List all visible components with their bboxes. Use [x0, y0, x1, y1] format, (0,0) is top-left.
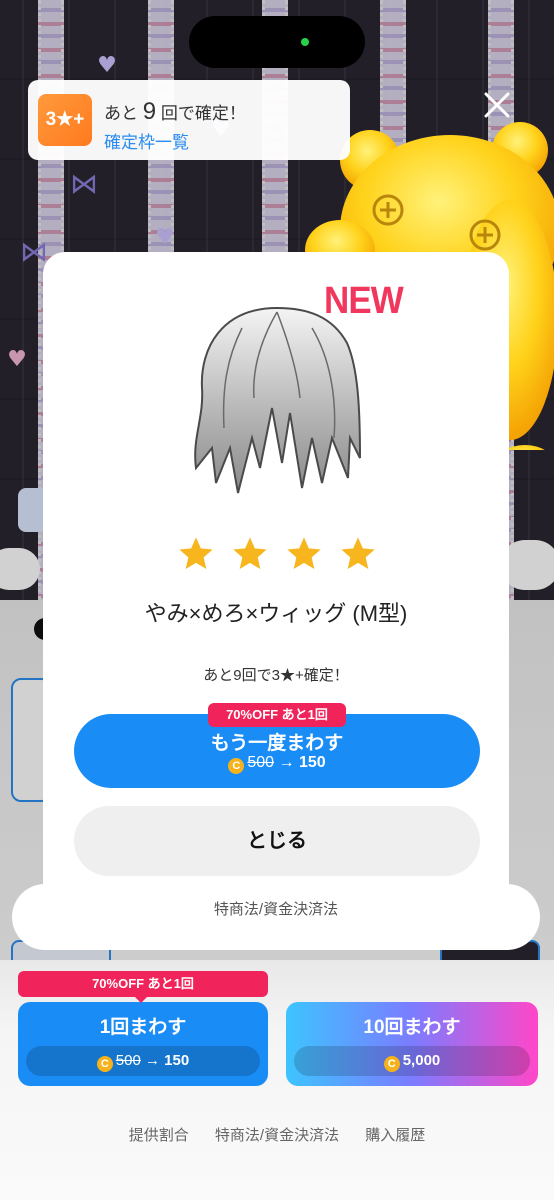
footer-links: 提供割合 特商法/資金決済法 購入履歴: [0, 1124, 554, 1145]
close-icon[interactable]: [482, 90, 512, 120]
discount-tag-pointer: [134, 996, 148, 1003]
item-name: やみ×めろ×ウィッグ (M型): [144, 601, 408, 626]
coin-icon: C: [96, 1056, 113, 1072]
star-icon: [179, 537, 213, 569]
wig-item-image: [194, 306, 361, 494]
camera-notch: [189, 16, 365, 68]
single-spin-button[interactable]: 1回まわす C 500 → 150: [18, 1002, 268, 1086]
guarantee-list-link[interactable]: 確定枠一覧: [104, 128, 189, 153]
new-price: 150: [164, 1052, 190, 1069]
ten-spin-price: C 5,000: [294, 1046, 530, 1076]
guarantee-text: あと 9 回で確定！: [104, 98, 246, 125]
coin-icon: C: [228, 758, 245, 774]
ten-spin-label: 10回まわす: [363, 1017, 461, 1038]
old-price: 500: [247, 754, 275, 771]
rarity-badge: 3★+: [38, 94, 92, 146]
star-icon: [341, 537, 375, 569]
star-icon: [233, 537, 267, 569]
discount-tag: 70%OFF あと1回: [18, 971, 268, 997]
ten-spin-button[interactable]: 10回まわす C 5,000: [286, 1002, 538, 1086]
spin-again-label: もう一度まわす: [210, 733, 344, 754]
footer-link-legal[interactable]: 特商法/資金決済法: [215, 1127, 339, 1144]
new-price: 150: [298, 754, 326, 771]
close-button[interactable]: とじる: [74, 806, 480, 876]
guarantee-count: 9: [142, 98, 157, 125]
old-price: 500: [115, 1052, 141, 1069]
single-spin-label: 1回まわす: [99, 1017, 187, 1038]
camera-indicator: [301, 38, 309, 46]
footer-link-rates[interactable]: 提供割合: [129, 1127, 189, 1144]
guarantee-remaining-text: あと9回で3★+確定！: [203, 667, 349, 684]
coin-icon: C: [383, 1056, 400, 1072]
legal-link[interactable]: 特商法/資金決済法: [43, 898, 509, 919]
single-spin-price: C 500 → 150: [26, 1046, 260, 1076]
discount-tag: 70%OFF あと1回: [208, 703, 346, 727]
star-icon: [287, 537, 321, 569]
footer-link-history[interactable]: 購入履歴: [365, 1127, 425, 1144]
spin-again-price: C 500 → 150: [74, 754, 480, 774]
guarantee-banner: 3★+ あと 9 回で確定！ 確定枠一覧: [28, 80, 350, 160]
rarity-stars: [176, 534, 386, 576]
